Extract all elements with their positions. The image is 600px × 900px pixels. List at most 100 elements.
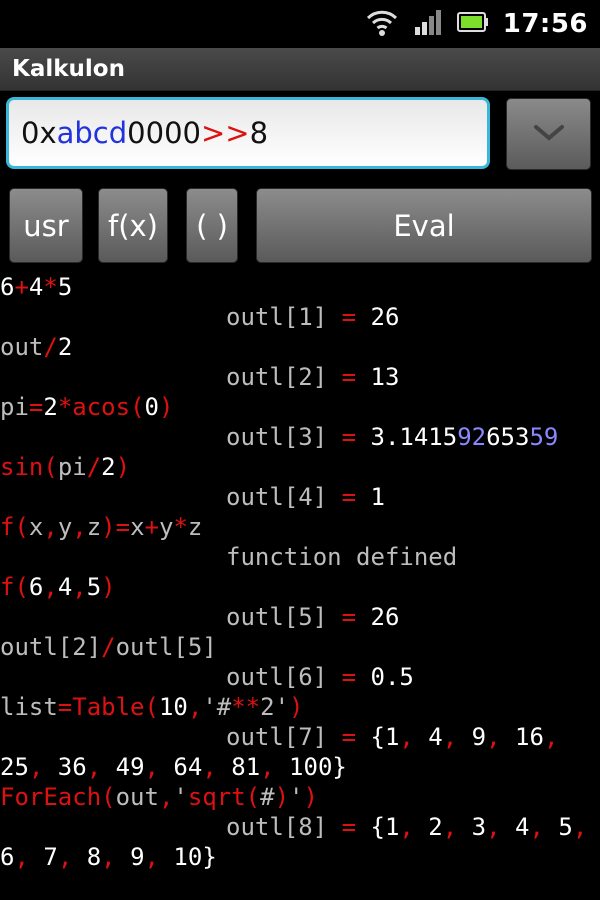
console-token: = [341, 483, 357, 511]
battery-icon [456, 11, 489, 37]
console-token: outl[1] [226, 303, 342, 331]
console-token: 5 [543, 813, 573, 841]
console-output-line: outl[6] = 0.5 [0, 662, 600, 692]
console-token: 1 [356, 483, 385, 511]
console-token: 4 [28, 273, 44, 301]
console-token: + [144, 513, 159, 541]
console-token: outl[2] [226, 363, 342, 391]
console-token: x [130, 513, 145, 541]
console-token: pi [0, 393, 29, 421]
console-token: , [543, 723, 559, 751]
console-token: = [341, 723, 357, 751]
console-token: 4 [57, 573, 73, 601]
console-token: , [43, 513, 58, 541]
expression-token: abcd [56, 116, 128, 150]
console-token: {1 [356, 813, 400, 841]
signal-icon [413, 7, 443, 41]
console-token: 10} [158, 843, 217, 871]
console-token: 0.5 [356, 663, 414, 691]
console-output-line: outl[8] = {1, 2, 3, 4, 5, [0, 812, 600, 842]
console-token: outl[8] [226, 813, 342, 841]
console-token: * [173, 513, 188, 541]
console-token: ' [173, 783, 188, 811]
console-token: 5 [86, 573, 102, 601]
console-token: ( [245, 783, 261, 811]
console-token: 2' [260, 693, 290, 721]
expression-token: >> [200, 116, 250, 150]
console-token: ) [101, 573, 116, 601]
console-token: = [341, 423, 357, 451]
console-token: ' [289, 783, 304, 811]
console-token: {1 [356, 723, 400, 751]
console-token: 8 [72, 843, 102, 871]
console-token: = [341, 303, 357, 331]
console-token: , [442, 813, 458, 841]
console-token: sqrt [187, 783, 246, 811]
console-token: 6 [0, 273, 15, 301]
console-input-line: 6+4*5 [0, 272, 600, 302]
console-token: , [72, 573, 87, 601]
console-token: 9 [115, 843, 145, 871]
console-token: ( [101, 783, 116, 811]
console-input-line: out/2 [0, 332, 600, 362]
console-token: outl[6] [226, 663, 342, 691]
console-token: ( [14, 513, 29, 541]
history-dropdown-button[interactable] [506, 98, 591, 170]
console-token: 92 [457, 423, 487, 451]
console-token: ( [130, 393, 145, 421]
status-bar: 17:56 [0, 0, 600, 48]
console-token: 81 [216, 753, 261, 781]
console-token: f [0, 573, 15, 601]
console-token: 26 [356, 303, 400, 331]
output-console[interactable]: 6+4*5 outl[1] = 26 out/2 outl[2] = 13 pi=2*a… [0, 272, 600, 900]
console-token: 2 [101, 453, 116, 481]
console-token: * [43, 273, 58, 301]
console-token: Table [72, 693, 145, 721]
eval-button[interactable]: Eval [256, 188, 592, 263]
console-input-line: list=Table(10,'#**2') [0, 692, 600, 722]
console-token: , [486, 723, 501, 751]
console-token: 5 [57, 273, 73, 301]
console-output-line: function defined [0, 542, 600, 572]
console-token: , [144, 753, 159, 781]
console-token: * [57, 393, 73, 421]
console-token: ( [43, 453, 58, 481]
console-token: 100} [274, 753, 347, 781]
console-token: , [101, 843, 116, 871]
console-token: 9 [457, 723, 487, 751]
console-token: outl[3] [226, 423, 342, 451]
expression-input[interactable]: 0xabcd0000>>8 [6, 97, 490, 169]
console-token: , [144, 843, 159, 871]
console-token: function defined [226, 543, 458, 571]
console-token: / [101, 633, 116, 661]
parentheses-button[interactable]: ( ) [186, 188, 238, 263]
console-token: 0 [144, 393, 159, 421]
console-token: 25 [0, 753, 29, 781]
console-token: 26 [356, 603, 400, 631]
console-token: = [341, 363, 357, 391]
console-token: pi [57, 453, 87, 481]
console-token: 6 [0, 843, 15, 871]
console-token: 49 [101, 753, 145, 781]
usr-button[interactable]: usr [9, 188, 83, 263]
console-token: )= [101, 513, 131, 541]
console-token: 2 [43, 393, 58, 421]
console-token: , [260, 753, 275, 781]
console-token: / [43, 333, 58, 361]
app-title: Kalkulon [12, 56, 125, 82]
chevron-down-icon [532, 122, 566, 146]
functions-button[interactable]: f(x) [98, 188, 168, 263]
console-token: 64 [158, 753, 203, 781]
console-output-line: outl[1] = 26 [0, 302, 600, 332]
console-input-line: pi=2*acos(0) [0, 392, 600, 422]
wifi-icon [365, 5, 399, 43]
title-bar: Kalkulon [0, 48, 600, 91]
expression-token: 0000 [127, 116, 201, 150]
clock: 17:56 [502, 9, 588, 39]
console-token: 4 [500, 813, 530, 841]
console-token: ) [303, 783, 318, 811]
console-token: = [341, 663, 357, 691]
console-token: acos [72, 393, 131, 421]
console-token: ( [14, 573, 29, 601]
console-token: 2 [57, 333, 73, 361]
